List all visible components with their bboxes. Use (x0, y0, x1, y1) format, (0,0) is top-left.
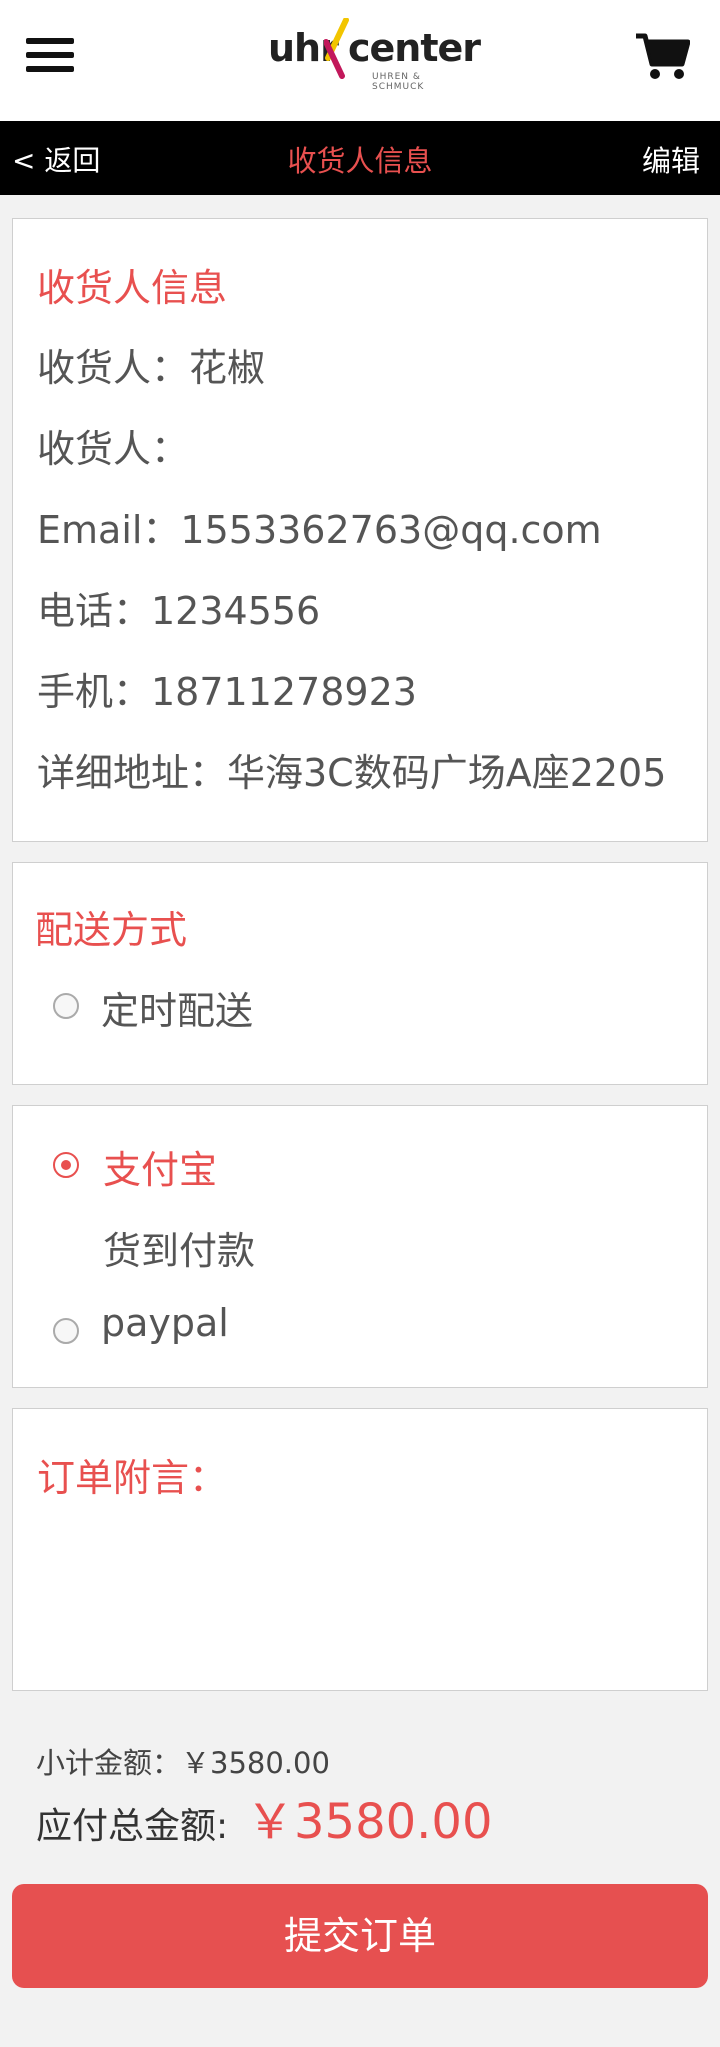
payment-option-alipay-radio[interactable] (53, 1152, 79, 1178)
payment-method-card: 支付宝 货到付款 paypal (12, 1105, 708, 1388)
receiver-email: Email：1553362763@qq.com (37, 508, 602, 552)
receiver-section-title: 收货人信息 (37, 266, 228, 310)
receiver-name-secondary: 收货人： (37, 427, 190, 471)
total-amount-label: 应付总金额: (36, 1806, 229, 1847)
order-remarks-title: 订单附言： (37, 1456, 228, 1500)
cart-icon[interactable] (634, 30, 691, 82)
payment-option-cod-label[interactable]: 货到付款 (103, 1220, 255, 1275)
logo-x-mark (324, 18, 349, 79)
payment-option-paypal-label[interactable]: paypal (101, 1301, 229, 1345)
logo-tagline: UHREN & SCHMUCK (372, 72, 425, 92)
receiver-mobile: 手机：18711278923 (37, 670, 417, 714)
app-header: uhr center UHREN & SCHMUCK (0, 0, 720, 121)
delivery-method-card: 配送方式 定时配送 (12, 862, 708, 1085)
logo-center-text: center (348, 26, 481, 70)
top-navbar: < 返回 收货人信息 编辑 (0, 121, 720, 195)
edit-button[interactable]: 编辑 (642, 138, 700, 180)
logo[interactable]: uhr center UHREN & SCHMUCK (268, 16, 481, 92)
payment-option-paypal-radio[interactable] (53, 1318, 79, 1344)
receiver-info-card: 收货人信息 收货人：花椒 收货人： Email：1553362763@qq.co… (12, 218, 708, 842)
delivery-option-label[interactable]: 定时配送 (101, 980, 253, 1035)
receiver-address: 详细地址：华海3C数码广场A座2205 (37, 751, 667, 795)
receiver-name: 收货人：花椒 (37, 346, 266, 390)
menu-icon[interactable] (26, 38, 74, 72)
total-amount-value: ￥3580.00 (246, 1794, 493, 1850)
submit-order-button[interactable]: 提交订单 (12, 1884, 708, 1988)
page-title: 收货人信息 (287, 144, 433, 178)
order-remarks-card[interactable]: 订单附言： (12, 1408, 708, 1691)
subtotal-amount: 小计金额：￥3580.00 (36, 1746, 330, 1780)
delivery-section-title: 配送方式 (35, 908, 188, 952)
receiver-phone: 电话：1234556 (37, 589, 321, 633)
delivery-option-radio[interactable] (53, 993, 79, 1019)
payment-option-alipay-label[interactable]: 支付宝 (103, 1139, 217, 1194)
